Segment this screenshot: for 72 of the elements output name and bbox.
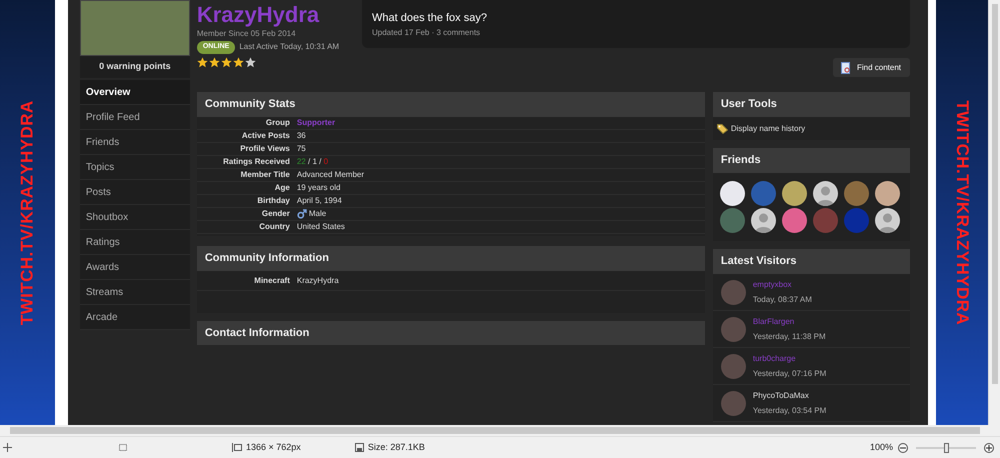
field-value: KrazyHydra — [296, 274, 339, 286]
avatar-placeholder[interactable] — [874, 181, 900, 206]
field-value: April 5, 1994 — [296, 195, 342, 207]
warning-points: 0 warning points — [99, 60, 171, 74]
field-label: Active Posts — [240, 130, 290, 142]
minus-icon — [900, 444, 906, 450]
field-label: Profile Views — [239, 143, 290, 155]
field-value: Male — [308, 208, 326, 220]
move-icon[interactable] — [3, 443, 12, 452]
image-dimensions: 1366 × 762px — [246, 440, 301, 454]
visit-time: Yesterday, 03:54 PM — [752, 404, 826, 416]
selection-icon[interactable] — [118, 443, 128, 452]
field-label: Birthday — [256, 195, 290, 207]
banner-text: TWITCH.TV/KRAZYHYDRA — [952, 100, 973, 325]
default-avatar-icon[interactable] — [874, 208, 900, 233]
field-value: United States — [296, 221, 345, 233]
sidebar-item[interactable]: Friends — [80, 130, 190, 155]
sidebar-item[interactable]: Shoutbox — [80, 205, 190, 230]
section-title: Friends — [720, 153, 761, 168]
status-meta: Updated 17 Feb · 3 comments — [372, 26, 482, 38]
tag-icon — [716, 124, 728, 134]
visit-time: Yesterday, 11:38 PM — [752, 330, 826, 342]
find-content-button[interactable]: Find content — [833, 58, 910, 77]
section-title: Contact Information — [204, 326, 310, 341]
field-value: 22 / 1 / 0 — [296, 156, 328, 168]
sidebar-item[interactable]: Topics — [80, 155, 190, 180]
last-active: Last Active Today, 10:31 AM — [239, 41, 340, 54]
field-label: Age — [274, 182, 290, 194]
file-size: Size: 287.1KB — [368, 440, 425, 454]
avatar-placeholder[interactable] — [782, 181, 807, 206]
document-search-icon — [841, 62, 851, 74]
field-value: Advanced Member — [296, 169, 364, 181]
zoom-slider[interactable] — [916, 442, 976, 452]
visitor-name[interactable]: PhycoToDaMax — [752, 390, 826, 402]
member-since: Member Since 05 Feb 2014 — [196, 28, 297, 40]
field-label: Member Title — [240, 169, 290, 181]
dimensions-icon — [232, 443, 242, 452]
male-symbol-icon — [296, 209, 307, 219]
section-title: Community Information — [204, 251, 329, 266]
username: KrazyHydra — [196, 2, 320, 28]
default-avatar-icon[interactable] — [812, 181, 838, 206]
visit-time: Yesterday, 07:16 PM — [752, 368, 826, 380]
banner-text: TWITCH.TV/KRAZYHYDRA — [16, 100, 38, 325]
field-label: Group — [264, 117, 290, 129]
sidebar-item[interactable]: Overview — [80, 80, 190, 105]
field-label: Country — [258, 221, 290, 233]
visit-time: Today, 08:37 AM — [752, 294, 812, 306]
zoom-level: 100% — [870, 440, 893, 454]
sidebar-item[interactable]: Arcade — [80, 305, 190, 330]
field-label: Gender — [260, 208, 290, 220]
sidebar-item[interactable]: Profile Feed — [80, 105, 190, 130]
field-value: 19 years old — [296, 182, 340, 194]
field-label: Ratings Received — [222, 156, 290, 168]
section-title: User Tools — [720, 97, 777, 112]
plus-icon — [986, 444, 992, 450]
sidebar-item[interactable]: Awards — [80, 255, 190, 280]
sidebar-item[interactable]: Ratings — [80, 230, 190, 255]
status-text: What does the fox say? — [372, 11, 488, 26]
save-icon — [354, 443, 364, 452]
sidebar-item[interactable]: Posts — [80, 180, 190, 205]
section-title: Latest Visitors — [720, 254, 796, 270]
zoom-out-button[interactable] — [898, 442, 908, 452]
sidebar-item[interactable]: Streams — [80, 280, 190, 305]
zoom-in-button[interactable] — [984, 442, 994, 452]
section-title: Community Stats — [204, 97, 296, 112]
avatar-placeholder[interactable] — [720, 181, 745, 206]
horizontal-scrollbar[interactable] — [0, 425, 1000, 436]
vertical-scrollbar[interactable] — [988, 0, 1000, 425]
field-value: 75 — [296, 143, 306, 155]
field-value: 36 — [296, 130, 306, 142]
default-avatar-icon[interactable] — [750, 208, 776, 233]
field-label: Minecraft — [253, 274, 290, 286]
